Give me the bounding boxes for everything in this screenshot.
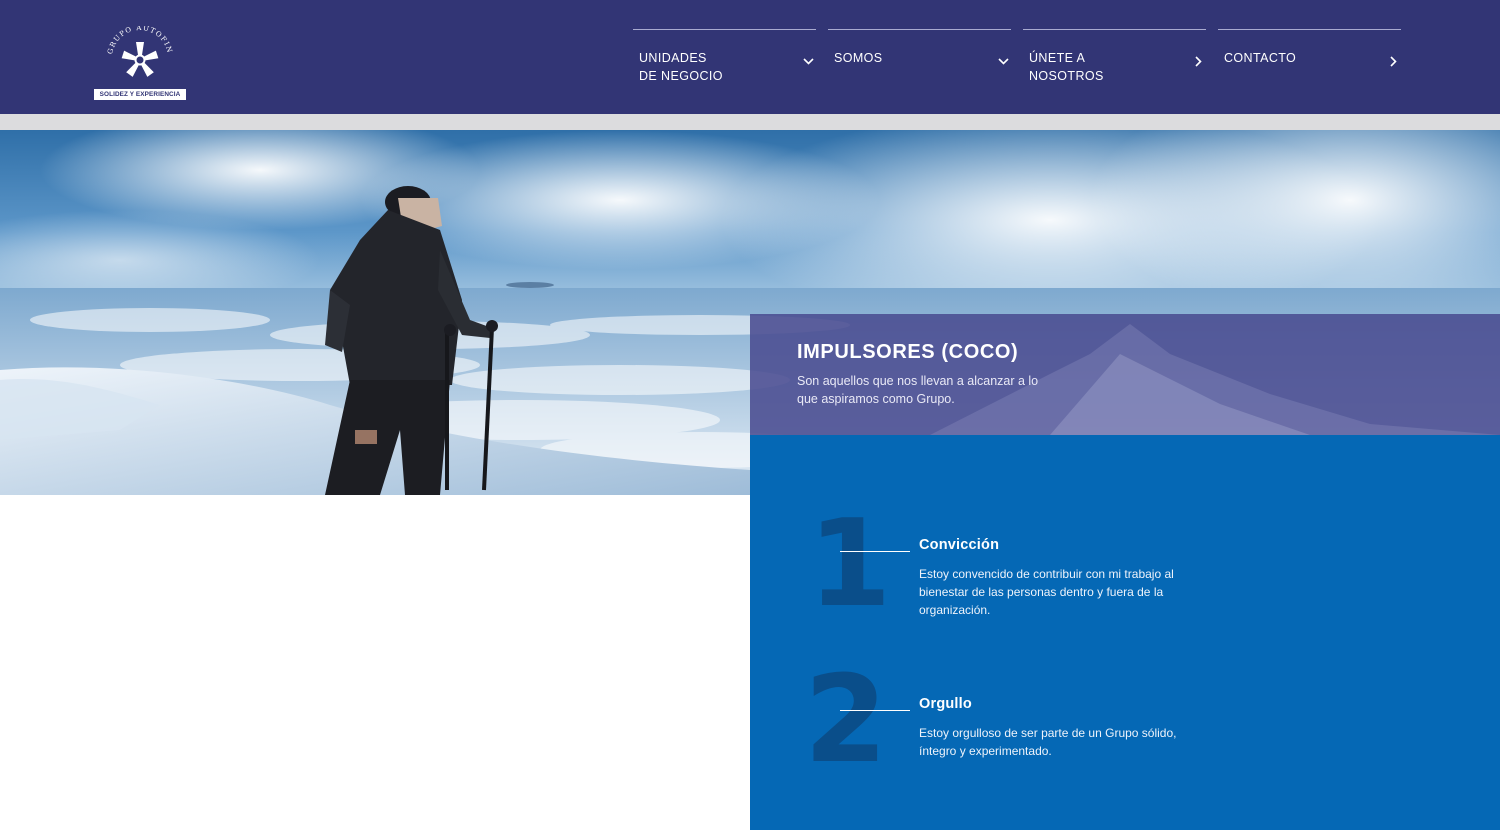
site-header: GRUPO AUTOFIN MÉXICO SOLIDEZ Y EXPERIENC…: [0, 0, 1500, 114]
nav-item-contacto[interactable]: CONTACTO: [1218, 29, 1401, 89]
section-title: IMPULSORES (COCO): [797, 341, 1019, 363]
logo-tagline: SOLIDEZ Y EXPERIENCIA: [94, 89, 186, 100]
svg-text:GRUPO AUTOFIN MÉXICO: GRUPO AUTOFIN MÉXICO: [94, 26, 174, 58]
nav-item-label: ÚNETE A NOSOTROS: [1029, 51, 1104, 83]
logo-emblem: GRUPO AUTOFIN MÉXICO: [90, 19, 174, 77]
logo-arc-text: GRUPO AUTOFIN MÉXICO: [90, 19, 173, 58]
chevron-right-icon: [1387, 55, 1399, 67]
main-nav: UNIDADES DE NEGOCIO SOMOS ÚNETE A NOSOTR…: [633, 29, 1401, 89]
values-panel: 1 Convicción Estoy convencido de contrib…: [750, 435, 1500, 830]
value-rule: [840, 551, 910, 552]
grupo-autofin-logo[interactable]: GRUPO AUTOFIN MÉXICO SOLIDEZ Y EXPERIENC…: [90, 19, 186, 100]
nav-item-label: SOMOS: [834, 51, 883, 65]
value-number: 2: [804, 651, 888, 790]
nav-item-label: UNIDADES DE NEGOCIO: [639, 51, 723, 83]
nav-item-unidades-de-negocio[interactable]: UNIDADES DE NEGOCIO: [633, 29, 816, 89]
value-title: Orgullo: [919, 696, 972, 712]
value-text: Estoy orgulloso de ser parte de un Grupo…: [919, 726, 1177, 758]
nav-item-unete-a-nosotros[interactable]: ÚNETE A NOSOTROS: [1023, 29, 1206, 89]
value-rule: [840, 710, 910, 711]
value-text: Estoy convencido de contribuir con mi tr…: [919, 567, 1174, 617]
chevron-down-icon: [802, 56, 814, 66]
nav-item-somos[interactable]: SOMOS: [828, 29, 1011, 89]
section-subtitle: Son aquellos que nos llevan a alcanzar a…: [797, 374, 1039, 406]
chevron-down-icon: [997, 56, 1009, 66]
value-number: 1: [808, 495, 892, 634]
value-title: Convicción: [919, 537, 1000, 553]
chevron-right-icon: [1192, 55, 1204, 67]
nav-item-label: CONTACTO: [1224, 51, 1297, 65]
impulsores-banner: IMPULSORES (COCO) Son aquellos que nos l…: [750, 314, 1500, 435]
header-divider-strip: [0, 114, 1500, 130]
